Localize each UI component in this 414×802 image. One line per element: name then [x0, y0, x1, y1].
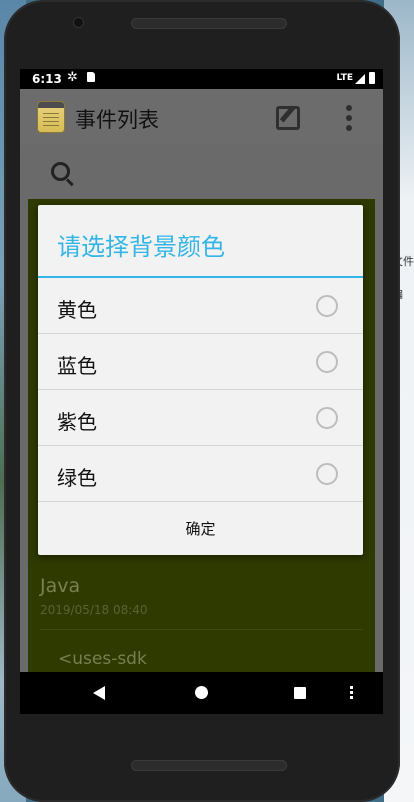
option-label: 紫色: [57, 410, 97, 434]
back-icon[interactable]: [93, 686, 105, 700]
list-item-date: 2019/05/18 08:40: [40, 603, 148, 617]
option-label: 黄色: [57, 298, 97, 322]
option-label: 绿色: [57, 466, 97, 490]
sd-card-icon: [87, 72, 95, 82]
navigation-bar: [20, 672, 383, 714]
color-option-yellow[interactable]: 黄色: [38, 278, 363, 334]
list-item-title[interactable]: <uses-sdk: [58, 649, 147, 669]
earpiece-speaker: [131, 18, 287, 29]
search-icon[interactable]: [51, 162, 70, 181]
phone-screen: 6:13 ✲ LTE 事件列表 Java 2019/05/18 08:40 <u…: [20, 69, 383, 714]
network-type: LTE: [336, 73, 353, 83]
notepad-app-icon: [38, 102, 64, 132]
more-icon[interactable]: [350, 686, 353, 701]
radio-button[interactable]: [316, 351, 338, 373]
action-bar: 事件列表: [20, 89, 383, 145]
background-color-dialog: 请选择背景颜色 黄色 蓝色 紫色 绿色 确定: [38, 205, 363, 555]
settings-icon: ✲: [67, 70, 78, 85]
color-option-purple[interactable]: 紫色: [38, 390, 363, 446]
color-option-green[interactable]: 绿色: [38, 446, 363, 502]
option-label: 蓝色: [57, 354, 97, 378]
overflow-menu-icon[interactable]: [346, 105, 352, 131]
signal-icon: [355, 74, 365, 84]
status-time: 6:13: [32, 72, 62, 86]
home-icon[interactable]: [195, 686, 208, 699]
compose-icon[interactable]: [276, 106, 300, 130]
radio-button[interactable]: [316, 463, 338, 485]
recent-apps-icon[interactable]: [294, 687, 306, 699]
battery-icon: [369, 72, 375, 84]
color-option-blue[interactable]: 蓝色: [38, 334, 363, 390]
radio-button[interactable]: [316, 407, 338, 429]
radio-button[interactable]: [316, 295, 338, 317]
confirm-button[interactable]: 确定: [38, 502, 363, 555]
search-bar[interactable]: [20, 145, 383, 199]
list-item-title[interactable]: Java: [40, 575, 80, 597]
bottom-speaker: [131, 760, 287, 771]
list-divider: [40, 629, 363, 630]
dialog-title: 请选择背景颜色: [57, 233, 225, 261]
status-bar: 6:13 ✲ LTE: [20, 69, 383, 89]
app-title: 事件列表: [75, 108, 159, 132]
front-camera: [74, 18, 83, 27]
confirm-button-label: 确定: [185, 520, 216, 538]
phone-frame: 6:13 ✲ LTE 事件列表 Java 2019/05/18 08:40 <u…: [4, 0, 400, 802]
